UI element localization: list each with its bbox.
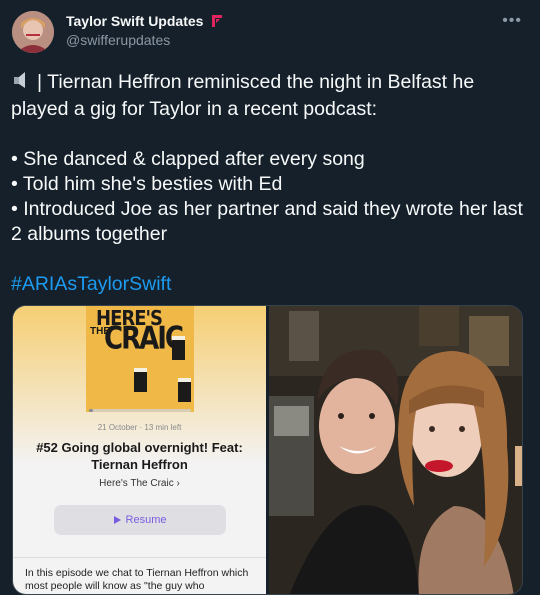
author-handle[interactable]: @swifferupdates	[66, 32, 170, 48]
verified-badge-icon	[211, 14, 223, 30]
tweet-bullet: • She danced & clapped after every song	[11, 148, 365, 170]
play-icon	[113, 516, 121, 524]
resume-label: Resume	[125, 514, 167, 526]
episode-title: #52 Going global overnight! Feat: Tierna…	[36, 440, 243, 472]
pint-icon	[172, 336, 185, 360]
show-link[interactable]: Here's The Craic ›	[13, 478, 266, 489]
media-grid: HERE'S THE CRAIC 21 October · 13 min lef…	[12, 305, 523, 595]
author-name[interactable]: Taylor Swift Updates	[66, 13, 223, 30]
speaker-icon	[11, 70, 31, 97]
pint-icon	[134, 368, 147, 392]
cover-title-line3: CRAIC	[104, 321, 184, 357]
tweet-intro: | Tiernan Heffron reminisced the night i…	[11, 70, 529, 122]
selfie-photo[interactable]	[269, 306, 522, 594]
episode-description: In this episode we chat to Tiernan Heffr…	[25, 567, 249, 592]
more-icon[interactable]: •••	[502, 12, 522, 30]
podcast-screenshot[interactable]: HERE'S THE CRAIC 21 October · 13 min lef…	[13, 306, 266, 594]
show-name: Here's The Craic	[99, 478, 174, 489]
tweet-text: | Tiernan Heffron reminisced the night i…	[11, 70, 529, 297]
resume-button[interactable]: Resume	[54, 505, 226, 535]
tweet-bullet: • Introduced Joe as her partner and said…	[11, 198, 523, 245]
author-name-text: Taylor Swift Updates	[66, 13, 204, 29]
divider	[13, 557, 266, 558]
chevron-right-icon: ›	[176, 478, 180, 489]
avatar[interactable]	[12, 11, 54, 53]
podcast-cover: HERE'S THE CRAIC	[86, 306, 194, 412]
tweet: Taylor Swift Updates @swifferupdates •••…	[0, 0, 540, 595]
episode-progress[interactable]	[89, 409, 191, 412]
episode-meta: 21 October · 13 min left	[97, 423, 182, 432]
pint-icon	[178, 378, 191, 402]
tweet-bullet: • Told him she's besties with Ed	[11, 173, 283, 195]
tweet-intro-text: | Tiernan Heffron reminisced the night i…	[11, 71, 475, 120]
hashtag-link[interactable]: #ARIAsTaylorSwift	[11, 273, 171, 295]
